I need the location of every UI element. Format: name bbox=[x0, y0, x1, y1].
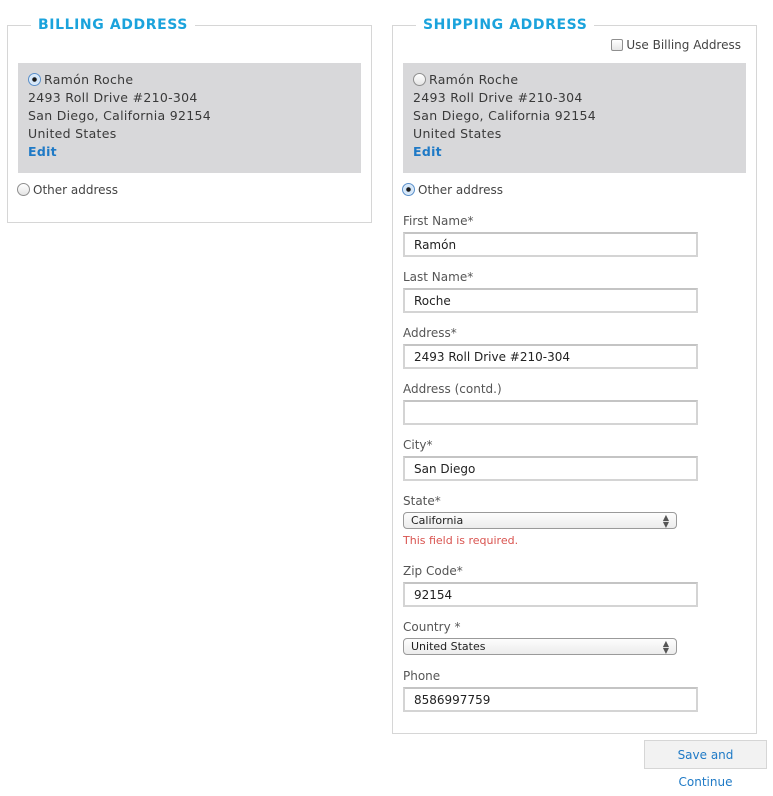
city-label: City* bbox=[403, 438, 433, 452]
use-billing-address-label: Use Billing Address bbox=[626, 38, 741, 52]
city-field: City* bbox=[403, 438, 698, 481]
address-field: Address* bbox=[403, 326, 698, 369]
shipping-address-title: SHIPPING ADDRESS bbox=[416, 16, 595, 34]
billing-other-address-label: Other address bbox=[33, 183, 119, 197]
last-name-field: Last Name* bbox=[403, 270, 698, 313]
shipping-address-section: SHIPPING ADDRESS Use Billing Address Ram… bbox=[392, 16, 757, 734]
billing-other-address-option[interactable]: Other address bbox=[17, 182, 118, 198]
address-label: Address* bbox=[403, 326, 457, 340]
address-input[interactable] bbox=[403, 344, 698, 369]
country-label: Country * bbox=[403, 620, 461, 634]
zip-code-label: Zip Code* bbox=[403, 564, 463, 578]
billing-address-section: BILLING ADDRESS Ramón Roche 2493 Roll Dr… bbox=[7, 16, 372, 223]
billing-saved-line2: San Diego, California 92154 bbox=[28, 108, 212, 123]
shipping-other-address-option[interactable]: Other address bbox=[402, 182, 503, 198]
country-select[interactable]: United States ▲ ▼ bbox=[403, 638, 677, 655]
last-name-label: Last Name* bbox=[403, 270, 474, 284]
address-contd-label: Address (contd.) bbox=[403, 382, 502, 396]
address-contd-input[interactable] bbox=[403, 400, 698, 425]
billing-address-title: BILLING ADDRESS bbox=[31, 16, 195, 34]
use-billing-address-option[interactable]: Use Billing Address bbox=[611, 38, 741, 52]
state-field: State* California ▲ ▼ This field is requi… bbox=[403, 494, 677, 547]
zip-code-field: Zip Code* bbox=[403, 564, 698, 607]
billing-saved-address-option[interactable]: Ramón Roche bbox=[28, 71, 351, 89]
country-field: Country * United States ▲ ▼ bbox=[403, 620, 677, 655]
phone-input[interactable] bbox=[403, 687, 698, 712]
state-select-value: California bbox=[411, 514, 464, 527]
shipping-edit-link[interactable]: Edit bbox=[413, 144, 442, 159]
last-name-input[interactable] bbox=[403, 288, 698, 313]
state-label: State* bbox=[403, 494, 441, 508]
first-name-field: First Name* bbox=[403, 214, 698, 257]
save-and-continue-button[interactable]: Save and Continue bbox=[644, 740, 767, 789]
shipping-saved-address-option[interactable]: Ramón Roche bbox=[413, 71, 736, 89]
billing-saved-name: Ramón Roche bbox=[44, 72, 134, 87]
first-name-label: First Name* bbox=[403, 214, 474, 228]
billing-saved-line1: 2493 Roll Drive #210-304 bbox=[28, 90, 198, 105]
shipping-other-address-radio[interactable] bbox=[402, 183, 415, 196]
address-contd-field: Address (contd.) bbox=[403, 382, 698, 425]
state-error-message: This field is required. bbox=[403, 534, 519, 547]
billing-edit-link[interactable]: Edit bbox=[28, 144, 57, 159]
state-select[interactable]: California ▲ ▼ bbox=[403, 512, 677, 529]
billing-saved-address-radio[interactable] bbox=[28, 73, 41, 86]
shipping-saved-line2: San Diego, California 92154 bbox=[413, 108, 597, 123]
billing-saved-country: United States bbox=[28, 126, 117, 141]
shipping-saved-country: United States bbox=[413, 126, 502, 141]
first-name-input[interactable] bbox=[403, 232, 698, 257]
shipping-saved-line1: 2493 Roll Drive #210-304 bbox=[413, 90, 583, 105]
billing-other-address-radio[interactable] bbox=[17, 183, 30, 196]
use-billing-address-checkbox[interactable] bbox=[611, 39, 624, 51]
country-select-value: United States bbox=[411, 640, 486, 653]
zip-code-input[interactable] bbox=[403, 582, 698, 607]
select-arrows-icon: ▲ ▼ bbox=[662, 512, 669, 529]
phone-field: Phone bbox=[403, 669, 698, 712]
shipping-saved-address: Ramón Roche 2493 Roll Drive #210-304 San… bbox=[403, 63, 746, 173]
city-input[interactable] bbox=[403, 456, 698, 481]
billing-saved-address: Ramón Roche 2493 Roll Drive #210-304 San… bbox=[18, 63, 361, 173]
shipping-saved-address-radio[interactable] bbox=[413, 73, 426, 86]
shipping-saved-name: Ramón Roche bbox=[429, 72, 519, 87]
phone-label: Phone bbox=[403, 669, 441, 683]
select-arrows-icon: ▲ ▼ bbox=[662, 638, 669, 655]
shipping-other-address-label: Other address bbox=[418, 183, 504, 197]
